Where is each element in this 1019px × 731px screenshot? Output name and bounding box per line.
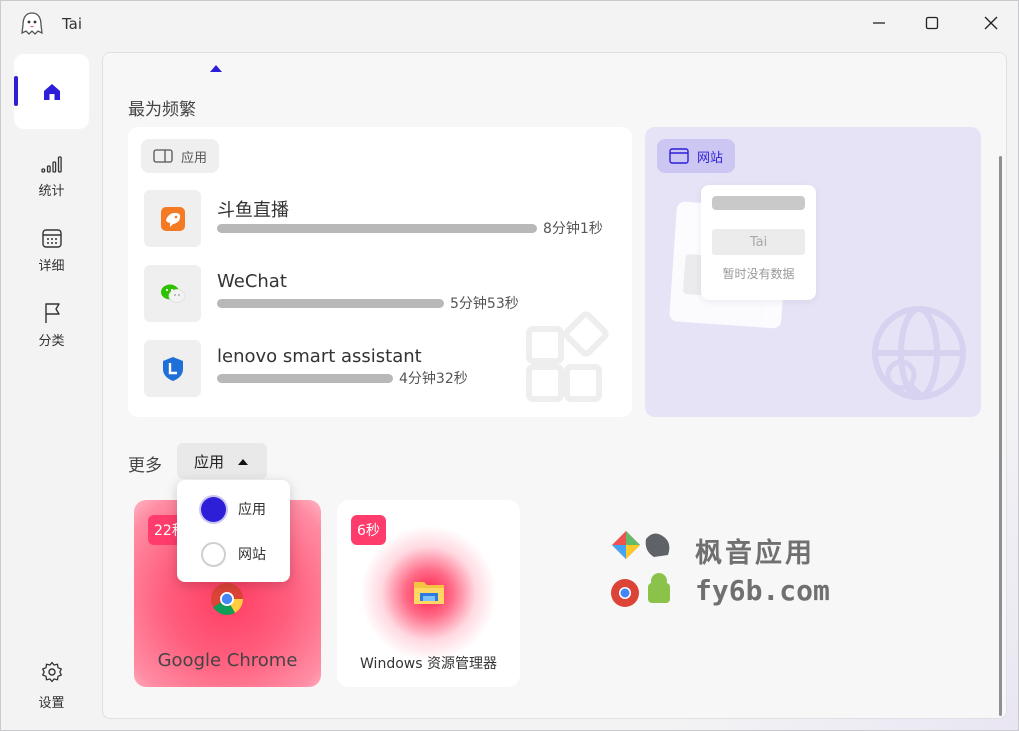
- usage-bar: [217, 374, 393, 383]
- section-title-more: 更多: [128, 456, 162, 476]
- section-title-frequent: 最为频繁: [128, 100, 196, 120]
- lenovo-shield-icon: [144, 340, 201, 397]
- douyu-icon: [144, 190, 201, 247]
- usage-time: 4分钟32秒: [399, 371, 468, 387]
- option-label: 应用: [238, 502, 266, 518]
- app-window: Tai 统计 详细 分类 设置 最为频繁 应用 斗鱼直播 8分钟1秒 WeCha…: [0, 0, 1019, 731]
- flag-icon: [44, 303, 60, 323]
- option-label: 网站: [238, 547, 266, 563]
- caret-up-icon: [238, 458, 249, 465]
- main-panel: 最为频繁 应用 斗鱼直播 8分钟1秒 WeChat 5分钟53秒 lenovo …: [102, 52, 1007, 719]
- minimize-button[interactable]: [866, 11, 892, 35]
- close-button[interactable]: [978, 11, 1004, 35]
- dropdown-value: 应用: [194, 452, 225, 471]
- app-name: lenovo smart assistant: [217, 346, 422, 367]
- app-name: WeChat: [217, 271, 287, 292]
- apps-tag: 应用: [141, 139, 220, 173]
- globe-search-icon: [872, 306, 966, 400]
- sidebar-item-settings[interactable]: 设置: [14, 661, 89, 711]
- duration-badge: 6秒: [351, 515, 386, 545]
- home-icon: [43, 83, 60, 100]
- sites-tag-label: 网站: [697, 150, 724, 166]
- close-icon: [984, 16, 998, 30]
- empty-state-card: Tai 暂时没有数据: [701, 185, 816, 300]
- radio-selected-icon: [201, 496, 226, 522]
- minimize-icon: [873, 22, 885, 24]
- watermark-text-cn: 枫音应用: [695, 538, 815, 569]
- sidebar-item-details[interactable]: 详细: [14, 223, 89, 283]
- type-dropdown[interactable]: 应用: [177, 443, 267, 479]
- sidebar-item-categories[interactable]: 分类: [14, 298, 89, 358]
- sites-tag: 网站: [657, 139, 736, 173]
- chrome-icon: [211, 583, 243, 615]
- maximize-button[interactable]: [919, 11, 945, 35]
- signal-bars-icon: [40, 156, 62, 173]
- gear-icon: [41, 661, 62, 683]
- usage-bar: [217, 224, 537, 233]
- app-blocks-icon: [526, 311, 609, 402]
- sidebar-item-home[interactable]: [14, 54, 89, 129]
- maximize-icon: [925, 16, 939, 30]
- list-item[interactable]: 斗鱼直播 8分钟1秒: [144, 190, 614, 248]
- scroll-up-icon[interactable]: [209, 63, 223, 73]
- usage-bar: [217, 299, 444, 308]
- frequent-apps-card: 应用 斗鱼直播 8分钟1秒 WeChat 5分钟53秒 lenovo smart…: [128, 127, 632, 417]
- sidebar-item-label: 详细: [38, 259, 65, 274]
- app-window-icon: [153, 149, 173, 163]
- watermark-text-en: fy6b.com: [695, 574, 830, 607]
- title-bar: Tai: [1, 1, 1018, 45]
- empty-placeholder: Tai: [712, 229, 805, 255]
- wechat-icon: [144, 265, 201, 322]
- folder-icon: [414, 582, 444, 604]
- apps-tag-label: 应用: [181, 150, 208, 166]
- active-indicator: [14, 76, 18, 106]
- type-dropdown-menu: 应用 网站: [177, 480, 290, 582]
- tile-app-name: Windows 资源管理器: [360, 656, 497, 672]
- frequent-sites-card: 网站 Tai 暂时没有数据: [645, 127, 981, 417]
- empty-message: 暂时没有数据: [722, 267, 795, 281]
- window-title: Tai: [62, 15, 83, 33]
- usage-time: 5分钟53秒: [450, 296, 519, 312]
- sidebar-item-stats[interactable]: 统计: [14, 148, 89, 208]
- app-tile-explorer[interactable]: 6秒 Windows 资源管理器: [337, 500, 520, 687]
- app-name: 斗鱼直播: [217, 200, 289, 221]
- sidebar-item-label: 统计: [38, 184, 65, 199]
- option-sites[interactable]: 网站: [201, 540, 266, 568]
- radio-unselected-icon: [201, 541, 226, 567]
- option-apps[interactable]: 应用: [201, 495, 266, 523]
- sidebar-item-label: 分类: [38, 334, 65, 349]
- browser-window-icon: [669, 148, 689, 164]
- usage-time: 8分钟1秒: [543, 221, 603, 237]
- calendar-icon: [41, 229, 62, 248]
- tile-app-name: Google Chrome: [157, 650, 298, 671]
- settings-label: 设置: [38, 696, 65, 711]
- scrollbar[interactable]: [999, 156, 1002, 716]
- ghost-logo-icon: [21, 12, 43, 35]
